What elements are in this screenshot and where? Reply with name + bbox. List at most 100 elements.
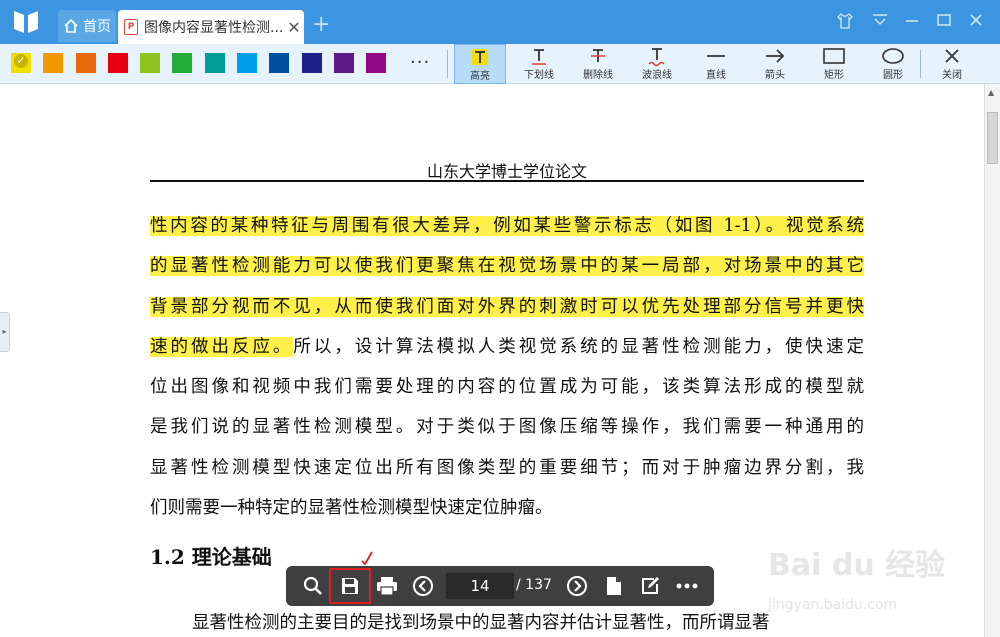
underline-icon [532,49,546,65]
window-close-icon[interactable] [968,12,984,28]
circle-icon [882,48,904,64]
print-button[interactable] [372,571,402,601]
rectangle-icon [823,48,845,64]
text-line: 的显著性检测能力可以使我们更聚焦在视觉场景中的某一局部，对场景中的其它 [150,246,864,286]
search-button[interactable] [298,571,328,601]
new-tab-icon[interactable]: + [312,12,330,37]
maximize-icon[interactable] [936,12,952,28]
save-icon [342,578,358,594]
color-swatch-selected[interactable] [11,53,31,73]
tool-line[interactable]: 直线 [690,44,742,84]
watermark-url: jingyan.baidu.com [768,597,898,613]
prev-page-button[interactable] [408,571,438,601]
text-line: 速的做出反应。所以，设计算法模拟人类视觉系统的显著性检测能力，使快速定 [150,327,864,367]
tool-label: 高亮 [470,71,490,82]
minimize-icon[interactable] [904,12,920,28]
wavy-line-icon [648,48,665,67]
tool-label: 关闭 [942,70,962,81]
more-colors-button[interactable]: ··· [410,52,430,73]
sidebar-toggle-handle[interactable]: ▸ [0,312,10,352]
next-page-button[interactable] [562,571,592,601]
tool-highlight[interactable]: 高亮 [454,44,506,84]
tool-arrow[interactable]: 箭头 [749,44,801,84]
color-swatch[interactable] [172,53,192,73]
section-heading: 1.2 理论基础 [150,545,272,569]
highlight-icon [472,49,488,65]
body-paragraph: 性内容的某种特征与周围有很大差异，例如某些警示标志（如图 1-1）。视觉系统 的… [150,206,864,528]
app-logo-icon[interactable] [12,9,40,35]
more-icon [676,583,698,589]
color-swatch[interactable] [76,53,96,73]
scrollbar-thumb[interactable] [987,112,998,164]
highlighted-text[interactable]: 速的做出反应。 [150,336,294,357]
scroll-up-icon[interactable]: ▲ [988,88,994,97]
color-swatch[interactable] [302,53,322,73]
strikethrough-icon [591,49,605,62]
color-swatch[interactable] [366,53,386,73]
vertical-scrollbar[interactable]: ▲ [984,84,1000,637]
title-bar: 首页 P 图像内容显著性检测... ✕ + [0,0,1000,44]
text-line: 背景部分视而不见，从而使我们面对外界的刺激时可以优先处理部分信号并更快 [150,287,864,327]
more-button[interactable] [672,571,702,601]
pdf-icon: P [124,19,138,35]
color-swatch[interactable] [108,53,128,73]
text-line: 是我们说的显著性检测模型。对于类似于图像压缩等操作，我们需要一种通用的 [150,417,864,438]
tab-document-title: 图像内容显著性检测... [144,20,284,36]
header-rule [150,180,864,182]
skin-icon[interactable] [836,12,854,30]
tool-label: 圆形 [883,70,903,81]
tool-underline[interactable]: 下划线 [513,44,565,84]
tab-document[interactable]: P 图像内容显著性检测... ✕ [118,10,304,44]
tool-circle[interactable]: 圆形 [867,44,919,84]
save-button[interactable] [335,571,365,601]
color-swatch[interactable] [237,53,257,73]
text-line: 性内容的某种特征与周围有很大差异，例如某些警示标志（如图 1-1）。视觉系统 [150,206,864,246]
menu-icon[interactable] [872,12,888,28]
color-swatch[interactable] [205,53,225,73]
page-view-button[interactable] [599,571,629,601]
color-swatch[interactable] [140,53,160,73]
color-swatch[interactable] [43,53,63,73]
text-line: 们则需要一种特定的显著性检测模型快速定位肿瘤。 [150,498,553,519]
home-icon [64,18,78,33]
tab-home[interactable]: 首页 [58,10,116,42]
edit-button[interactable] [635,571,665,601]
arrow-icon [766,49,785,63]
text-line: 位出图像和视频中我们需要处理的内容的位置成为可能，该类算法形成的模型就 [150,377,864,398]
annotation-checkmark-icon [361,551,373,566]
page-number-input[interactable] [446,573,514,599]
print-icon [377,577,397,596]
running-head: 山东大学博士学位论文 [426,162,587,181]
tab-home-label: 首页 [83,19,111,35]
highlighted-text[interactable]: 的显著性检测能力可以使我们更聚焦在视觉场景中的某一局部，对场景中的其它 [150,256,864,277]
toolbar-divider [920,50,921,78]
highlighted-text[interactable]: 背景部分视而不见，从而使我们面对外界的刺激时可以优先处理部分信号并更快 [150,296,864,317]
text-span: 所以，设计算法模拟人类视觉系统的显著性检测能力，使快速定 [293,336,865,357]
tool-strikethrough[interactable]: 删除线 [572,44,624,84]
annotation-toolbar: ··· 高亮 下划线 删除线 波浪线 直线 [0,44,1000,84]
body-paragraph-2: 显著性检测的主要目的是找到场景中的显著内容并估计显著性，而所谓显著 [192,613,770,633]
next-page-icon [567,576,587,596]
search-icon [303,576,322,595]
tab-close-icon[interactable]: ✕ [284,18,304,37]
page-icon [607,577,621,595]
tool-rectangle[interactable]: 矩形 [808,44,860,84]
tool-wavy-line[interactable]: 波浪线 [631,44,683,84]
color-swatch[interactable] [269,53,289,73]
text-line: 显著性检测模型快速定位出所有图像类型的重要细节；而对于肿瘤边界分割，我 [150,457,864,478]
prev-page-icon [413,576,433,596]
edit-icon [642,577,659,594]
floating-page-toolbar: / 137 [286,566,714,606]
tool-label: 箭头 [765,70,785,81]
highlighted-text[interactable]: 性内容的某种特征与周围有很大差异，例如某些警示标志（如图 1-1）。视觉系统 [150,216,864,236]
toolbar-divider [447,50,448,78]
tool-label: 矩形 [824,70,844,81]
color-swatch[interactable] [334,53,354,73]
tool-close[interactable]: 关闭 [926,44,978,84]
tool-label: 删除线 [583,70,613,81]
tool-label: 波浪线 [642,70,672,81]
tool-label: 下划线 [524,70,554,81]
line-icon [707,55,725,57]
close-icon [945,49,959,63]
watermark: Bai du 经验 [768,548,946,583]
